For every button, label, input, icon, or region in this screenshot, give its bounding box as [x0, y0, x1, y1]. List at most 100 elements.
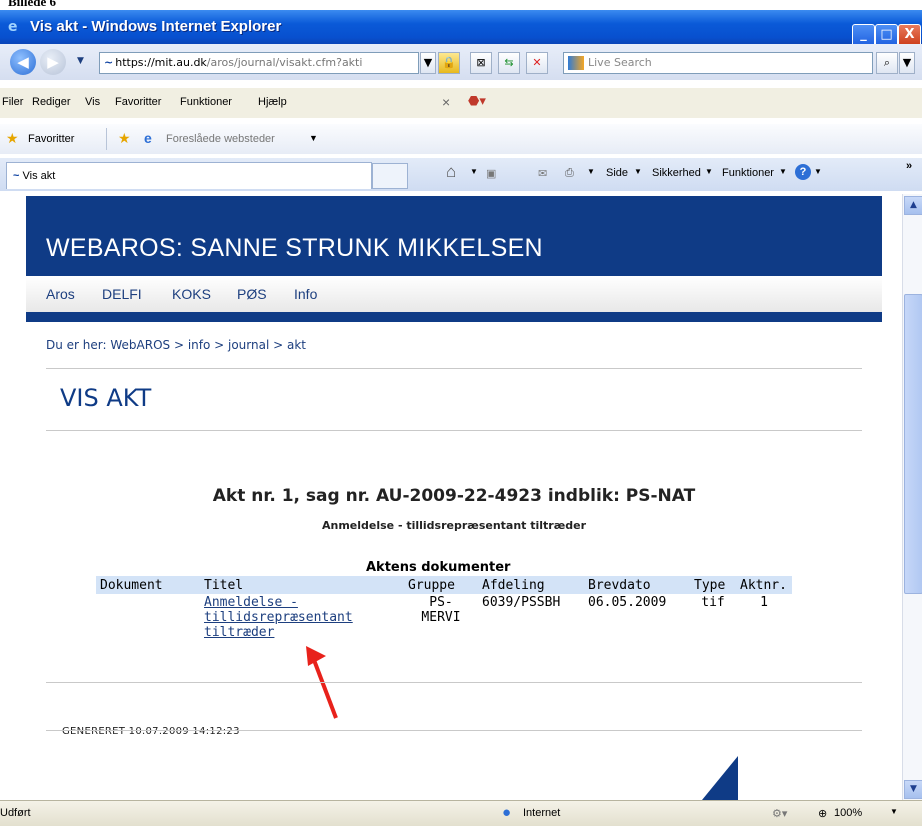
column-header: Dokument — [96, 576, 200, 594]
search-icon[interactable]: ⌕ — [876, 52, 898, 74]
favorites-button[interactable]: Favoritter — [28, 133, 74, 145]
column-header: Afdeling — [478, 576, 584, 594]
history-dropdown-icon[interactable]: ▼ — [77, 56, 84, 66]
print-dropdown-icon[interactable]: ▼ — [587, 167, 595, 176]
document-caption: Billede 6 — [8, 0, 57, 9]
safety-dropdown-icon[interactable]: ▼ — [705, 167, 713, 176]
ie-page-icon: e — [144, 130, 152, 146]
divider — [46, 430, 862, 431]
menu-bar: Filer Rediger Vis Favoritter Funktioner … — [0, 88, 922, 118]
divider — [46, 368, 862, 369]
address-dropdown-icon[interactable]: ▼ — [420, 52, 436, 74]
search-options-icon[interactable]: ▼ — [899, 52, 915, 74]
zone-label: Internet — [523, 807, 561, 819]
page-dropdown-icon[interactable]: ▼ — [634, 167, 642, 176]
lock-icon[interactable]: 🔒 — [438, 52, 460, 74]
column-header: Aktnr. — [736, 576, 792, 594]
search-input[interactable]: Live Search — [563, 52, 873, 74]
menu-filer[interactable]: Filer — [2, 96, 23, 108]
address-bar[interactable]: ~ https://mit.au.dk/aros/journal/visakt.c… — [99, 52, 419, 74]
site-banner: WEBAROS: SANNE STRUNK MIKKELSEN — [26, 196, 882, 276]
home-dropdown-icon[interactable]: ▼ — [470, 167, 478, 176]
live-search-icon — [568, 56, 584, 70]
menu-hjaelp[interactable]: Hjælp — [258, 96, 287, 108]
refresh-icon[interactable]: ⇆ — [498, 52, 520, 74]
more-commands-button[interactable]: » — [906, 160, 912, 172]
corner-decoration — [702, 756, 738, 800]
banner-title: WEBAROS: SANNE STRUNK MIKKELSEN — [46, 234, 543, 262]
close-menu-icon[interactable]: × — [442, 94, 450, 110]
tab-vis-akt[interactable]: ~ Vis akt — [6, 162, 372, 189]
cell-type: tif — [701, 595, 725, 610]
help-icon[interactable]: ? — [795, 164, 811, 180]
zoom-dropdown-icon[interactable]: ▼ — [890, 807, 898, 816]
back-button[interactable]: ◀ — [10, 49, 36, 75]
site-nav: Aros DELFI KOKS PØS Info — [26, 276, 882, 322]
table-caption: Aktens dokumenter — [366, 560, 511, 575]
cell-afdeling: 6039/PSSBH — [482, 595, 561, 610]
feeds-icon[interactable]: ▣ — [486, 167, 496, 180]
nav-aros[interactable]: Aros — [46, 286, 75, 302]
home-icon[interactable]: ⌂ — [446, 162, 456, 182]
new-tab-button[interactable] — [372, 163, 408, 189]
nav-koks[interactable]: KOKS — [172, 286, 211, 302]
menu-funktioner[interactable]: Funktioner — [180, 96, 232, 108]
protected-mode-icon[interactable]: ⚙▾ — [772, 807, 787, 820]
nav-delfi[interactable]: DELFI — [102, 286, 142, 302]
page-menu[interactable]: Side — [606, 167, 628, 179]
tab-row: ~ Vis akt ⌂ ▼ ▣ ✉ ⎙ ▼ Side ▼ Sikkerhed ▼… — [0, 158, 922, 191]
vertical-scrollbar[interactable]: ▲ ▼ — [902, 194, 922, 800]
address-row: ◀ ▶ ▼ ~ https://mit.au.dk/aros/journal/vi… — [0, 44, 922, 80]
nav-pos[interactable]: PØS — [237, 286, 267, 302]
forward-button[interactable]: ▶ — [40, 49, 66, 75]
mail-icon[interactable]: ✉ — [538, 167, 547, 180]
akt-heading: Akt nr. 1, sag nr. AU-2009-22-4923 indbl… — [212, 486, 696, 506]
tab-icon: ~ — [13, 170, 20, 182]
cell-brevdato: 06.05.2009 — [588, 595, 667, 610]
help-dropdown-icon[interactable]: ▼ — [814, 167, 822, 176]
zoom-level[interactable]: 100% — [834, 807, 862, 819]
column-header: Titel — [200, 576, 404, 594]
scroll-up-icon[interactable]: ▲ — [904, 196, 922, 215]
documents-table: Dokument Titel Gruppe Afdeling Brevdato … — [96, 576, 792, 641]
favorites-star-icon: ★ — [6, 130, 19, 146]
divider — [46, 730, 862, 731]
column-header: Brevdato — [584, 576, 690, 594]
menu-vis[interactable]: Vis — [85, 96, 100, 108]
akt-subheading: Anmeldelse - tillidsrepræsentant tiltræd… — [321, 519, 587, 532]
tools-menu[interactable]: Funktioner — [722, 167, 774, 179]
menu-favoritter[interactable]: Favoritter — [115, 96, 161, 108]
annotation-arrow-icon — [306, 646, 338, 719]
generated-timestamp: GENERERET 10.07.2009 14:12:23 — [62, 726, 240, 737]
cell-gruppe: PS- MERVI — [421, 595, 461, 625]
safety-menu[interactable]: Sikkerhed — [652, 167, 701, 179]
toolbar-addon-icon[interactable]: ⬣▾ — [468, 93, 486, 109]
scroll-thumb[interactable] — [904, 294, 922, 594]
ie-logo-icon: e — [8, 19, 18, 35]
page-icon: ~ — [104, 56, 114, 69]
favorites-bar: ★ Favoritter ★ e Foreslåede websteder ▼ — [0, 124, 922, 154]
print-icon[interactable]: ⎙ — [565, 167, 574, 180]
title-bar: e Vis akt - Windows Internet Explorer _ … — [0, 10, 922, 47]
status-text: Udført — [0, 807, 31, 819]
scroll-down-icon[interactable]: ▼ — [904, 780, 922, 799]
menu-rediger[interactable]: Rediger — [32, 96, 71, 108]
window-title: Vis akt - Windows Internet Explorer — [30, 18, 282, 35]
tools-dropdown-icon[interactable]: ▼ — [779, 167, 787, 176]
stop-icon[interactable]: ✕ — [526, 52, 548, 74]
cell-aktnr: 1 — [760, 595, 768, 610]
suggested-dropdown-icon[interactable]: ▼ — [309, 133, 318, 143]
column-header: Type — [690, 576, 736, 594]
zoom-icon: ⊕ — [818, 808, 828, 820]
globe-icon: ● — [502, 804, 512, 821]
add-favorite-icon[interactable]: ★ — [118, 130, 131, 147]
nav-info[interactable]: Info — [294, 286, 317, 302]
document-title-link[interactable]: Anmeldelse - tillidsrepræsentant tiltræder — [204, 595, 353, 640]
suggested-sites-link[interactable]: Foreslåede websteder — [166, 133, 275, 145]
cell-titel: Anmeldelse - tillidsrepræsentant tiltræder — [200, 594, 404, 641]
status-bar: Udført ● Internet ⚙▾ ⊕ 100% ▼ — [0, 800, 922, 826]
compatibility-icon[interactable]: ⊠ — [470, 52, 492, 74]
table-header-row: Dokument Titel Gruppe Afdeling Brevdato … — [96, 576, 792, 594]
column-header: Gruppe — [404, 576, 478, 594]
divider — [106, 128, 107, 150]
